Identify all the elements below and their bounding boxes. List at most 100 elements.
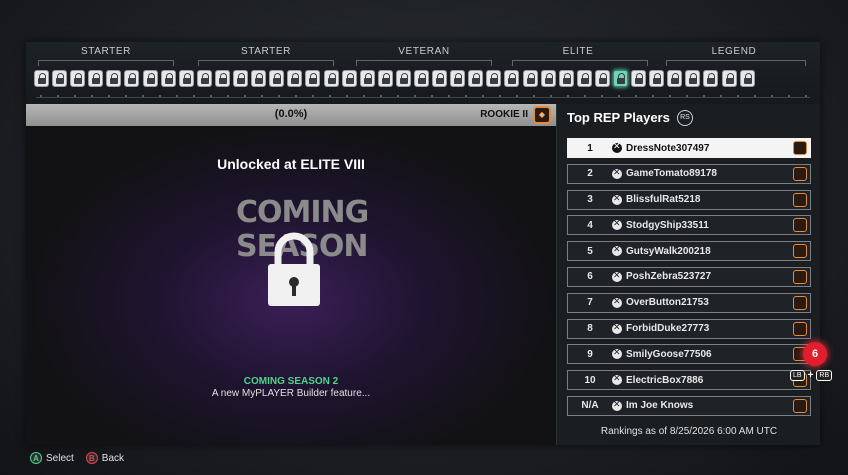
select-hint[interactable]: A Select xyxy=(30,452,74,464)
row-rank: 10 xyxy=(584,374,596,386)
xbox-icon xyxy=(612,347,622,360)
art-line-1: COMING xyxy=(236,195,369,230)
xbox-icon xyxy=(612,322,622,334)
tier-badge-icon xyxy=(793,295,807,310)
tier-lock-icon[interactable] xyxy=(667,70,683,87)
row-rank: 9 xyxy=(587,348,593,360)
tier-lock-icon[interactable] xyxy=(341,70,357,87)
tier-lock-icon[interactable] xyxy=(359,70,375,87)
feature-description: A new MyPLAYER Builder feature... xyxy=(211,388,371,399)
track-dot xyxy=(329,95,331,97)
leaderboard-row[interactable]: 5 GutsyWalk200218 xyxy=(567,241,811,262)
track-dot xyxy=(516,95,518,97)
track-dot xyxy=(567,95,569,97)
xbox-icon xyxy=(612,399,622,411)
tier-lock-icon[interactable] xyxy=(106,70,122,87)
tier-bracket xyxy=(512,60,648,66)
leaderboard-row[interactable]: 8 ForbidDuke27773 xyxy=(567,318,811,339)
row-gamertag: GameTomato89178 xyxy=(626,168,717,180)
combo-plus: + xyxy=(807,370,814,381)
leaderboard-row[interactable]: 10 ElectricBox7886 xyxy=(567,370,811,391)
leaderboard-row[interactable]: 9 SmilyGoose77506 xyxy=(567,344,811,365)
leaderboard-row[interactable]: 2 GameTomato89178 xyxy=(567,163,811,184)
row-gamertag: StodgyShip33511 xyxy=(626,219,709,231)
track-dot xyxy=(414,95,416,97)
shortcut-combo: LB + RB xyxy=(790,370,833,381)
tier-lock-icon[interactable] xyxy=(649,70,665,87)
track-dot xyxy=(686,95,688,97)
tier-lock-icon[interactable] xyxy=(34,70,49,87)
tier-lock-icon[interactable] xyxy=(269,70,285,87)
xbox-icon xyxy=(612,373,622,386)
row-rank: 8 xyxy=(587,323,593,335)
tier-lock-icon[interactable] xyxy=(739,70,755,87)
tier-lock-icon[interactable] xyxy=(450,70,466,87)
tier-lock-icon[interactable] xyxy=(52,70,68,87)
tier-lock-icon[interactable] xyxy=(558,70,574,87)
tier-lock-icon[interactable] xyxy=(432,70,448,87)
tier-lock-icon[interactable] xyxy=(178,70,194,87)
leaderboard-row[interactable]: N/A Im Joe Knows xyxy=(567,395,811,416)
tier-lock-icon[interactable] xyxy=(468,70,484,87)
track-dot xyxy=(295,95,297,97)
rs-button-icon[interactable]: RS xyxy=(677,110,693,126)
tier-lock-icon[interactable] xyxy=(413,70,429,87)
row-rank: 4 xyxy=(587,219,593,231)
track-dot xyxy=(550,95,552,97)
tier-lock-icon[interactable] xyxy=(70,70,86,87)
tier-lock-icon[interactable] xyxy=(305,70,321,87)
tier-lock-icon[interactable] xyxy=(504,70,520,87)
leaderboard-row[interactable]: 4 StodgyShip33511 xyxy=(567,215,811,236)
row-rank: N/A xyxy=(581,400,599,412)
row-gamertag: ForbidDuke27773 xyxy=(626,323,710,335)
tier-lock-icon[interactable] xyxy=(160,70,176,87)
leaderboard-row[interactable]: 6 PoshZebra523727 xyxy=(567,266,811,287)
tier-badge-icon xyxy=(793,269,807,284)
track-dot xyxy=(108,95,110,97)
notification-badge[interactable]: 6 xyxy=(803,342,827,366)
tier-badge-icon xyxy=(793,218,807,233)
tier-bracket xyxy=(356,60,492,66)
leaderboard-row[interactable]: 3 BlissfulRat5218 xyxy=(567,189,811,210)
tier-lock-icon[interactable] xyxy=(251,70,267,87)
tier-lock-icon[interactable] xyxy=(576,70,592,87)
tier-lock-icon[interactable] xyxy=(142,70,158,87)
track-dot xyxy=(431,95,433,97)
row-gamertag: Im Joe Knows xyxy=(626,400,694,412)
tier-lock-icon[interactable] xyxy=(631,70,647,87)
tier-lock-icon[interactable] xyxy=(721,70,737,87)
tier-lock-icon[interactable] xyxy=(486,70,502,87)
leaderboard-row[interactable]: 1 DressNote307497 xyxy=(567,138,811,158)
tier-lock-icon[interactable] xyxy=(395,70,411,87)
track-dot xyxy=(159,95,161,97)
tier-lock-icon[interactable] xyxy=(88,70,104,87)
tier-lock-icon[interactable] xyxy=(703,70,719,87)
tier-bracket xyxy=(198,60,334,66)
tier-badge-icon xyxy=(793,192,807,207)
tier-progress-strip: STARTER STARTER VETERAN ELITE LEGEND xyxy=(26,42,820,102)
tier-lock-icon[interactable] xyxy=(323,70,339,87)
tier-lock-icon[interactable] xyxy=(377,70,393,87)
tier-lock-icon[interactable] xyxy=(214,70,230,87)
tier-lock-icon[interactable] xyxy=(196,70,212,87)
track-dot xyxy=(601,95,603,97)
tier-lock-icon[interactable] xyxy=(124,70,140,87)
rep-progress-bar: (0.0%) ROOKIE II ◆ xyxy=(26,104,556,126)
tier-lock-icon[interactable] xyxy=(613,70,628,87)
track-dot xyxy=(193,95,195,97)
xbox-icon xyxy=(612,218,622,231)
tier-lock-icon[interactable] xyxy=(594,70,610,87)
tier-lock-icon[interactable] xyxy=(522,70,538,87)
reward-preview-panel[interactable]: Unlocked at ELITE VIII COMING SEASON 2 C… xyxy=(26,126,556,445)
leaderboard-title: Top REP Players xyxy=(567,110,670,125)
track-dot xyxy=(210,95,212,97)
leaderboard-row[interactable]: 7 OverButton21753 xyxy=(567,292,811,313)
tier-lock-icon[interactable] xyxy=(540,70,556,87)
xbox-icon xyxy=(612,167,622,179)
track-dot xyxy=(380,95,382,97)
tier-lock-icon[interactable] xyxy=(233,70,249,87)
tier-track-dots xyxy=(40,95,807,97)
back-hint[interactable]: B Back xyxy=(85,452,124,464)
tier-lock-icon[interactable] xyxy=(287,70,303,87)
tier-lock-icon[interactable] xyxy=(685,70,701,87)
